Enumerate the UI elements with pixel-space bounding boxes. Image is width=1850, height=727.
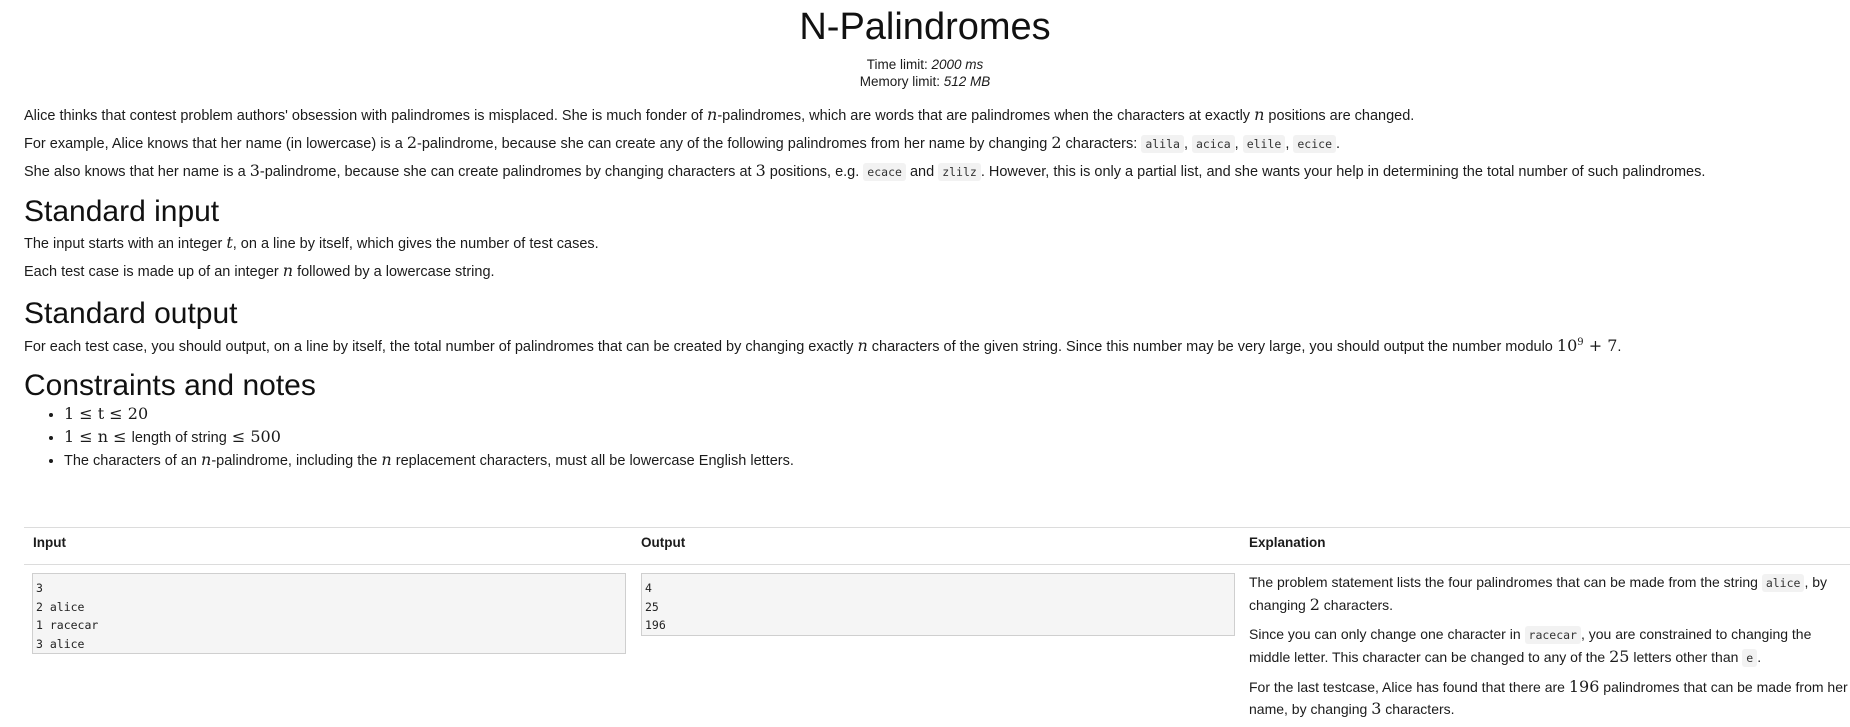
explanation-paragraph-3: For the last testcase, Alice has found t… [1249,677,1848,718]
math-var: n [857,335,868,355]
output-paragraph: For each test case, you should output, o… [24,335,1622,355]
statement-paragraph-2: For example, Alice knows that her name (… [24,133,1341,153]
time-limit-value: 2000 ms [931,57,984,72]
constraints-list: 1 ≤ t ≤ 20 1 ≤ n ≤ length of string ≤ 50… [24,403,1826,472]
time-limit-label: Time limit: [866,57,928,72]
explanation-column-header: Explanation [1249,535,1326,550]
input-paragraph-2: Each test case is made up of an integer … [24,261,495,281]
explanation-paragraph-1: The problem statement lists the four pal… [1249,574,1828,614]
limits-block: Time limit: 2000 ms Memory limit: 512 MB [24,56,1826,90]
math-num: 2 [406,133,417,152]
math-num: 10 [1556,335,1578,355]
output-column-header: Output [641,535,686,550]
math-num: 196 [1568,677,1600,696]
inline-code: alila [1141,135,1184,153]
inline-code: ecice [1293,135,1336,153]
list-item: 1 ≤ n ≤ length of string ≤ 500 [64,426,1826,449]
list-item: The characters of an n-palindrome, inclu… [64,449,1826,472]
inline-code: zlilz [938,163,981,181]
explanation-paragraph-2: Since you can only change one character … [1249,626,1812,667]
inline-code: elile [1242,135,1286,153]
divider [24,564,1850,565]
inline-code: e [1742,649,1758,667]
constraints-heading: Constraints and notes [24,368,316,402]
explanation-text: The problem statement lists the four pal… [1249,571,1849,727]
memory-limit: Memory limit: 512 MB [24,73,1826,90]
math-num: 3 [1371,699,1382,718]
time-limit: Time limit: 2000 ms [24,56,1826,73]
list-item: 1 ≤ t ≤ 20 [64,403,1826,426]
math-num: 2 [1309,595,1320,614]
sample-output-box[interactable]: 4 25 196 [641,573,1235,636]
math-num: 3 [249,161,260,180]
math-var: n [1254,105,1265,124]
inline-code: ecace [863,163,906,181]
input-paragraph-1: The input starts with an integer t, on a… [24,233,599,253]
statement-paragraph-3: She also knows that her name is a 3-pali… [24,161,1706,181]
problem-page: N-Palindromes Time limit: 2000 ms Memory… [0,6,1850,472]
output-heading: Standard output [24,297,238,330]
math-num: 2 [1051,133,1062,152]
memory-limit-value: 512 MB [943,74,991,89]
math-var: n [707,105,718,124]
memory-limit-label: Memory limit: [859,74,940,89]
math-num: + 7 [1583,335,1618,355]
statement-paragraph-1: Alice thinks that contest problem author… [24,105,1415,125]
inline-code: alice [1761,574,1805,592]
inline-code: racecar [1524,626,1581,644]
page-title: N-Palindromes [799,6,1051,48]
input-heading: Standard input [24,195,220,228]
divider [24,527,1850,528]
input-column-header: Input [33,535,66,550]
inline-code: acica [1192,135,1235,153]
math-var: n [282,261,294,280]
sample-input-box[interactable]: 3 2 alice 1 racecar 3 alice [32,573,626,654]
math-num: 25 [1609,647,1630,666]
math-num: 3 [755,161,766,180]
